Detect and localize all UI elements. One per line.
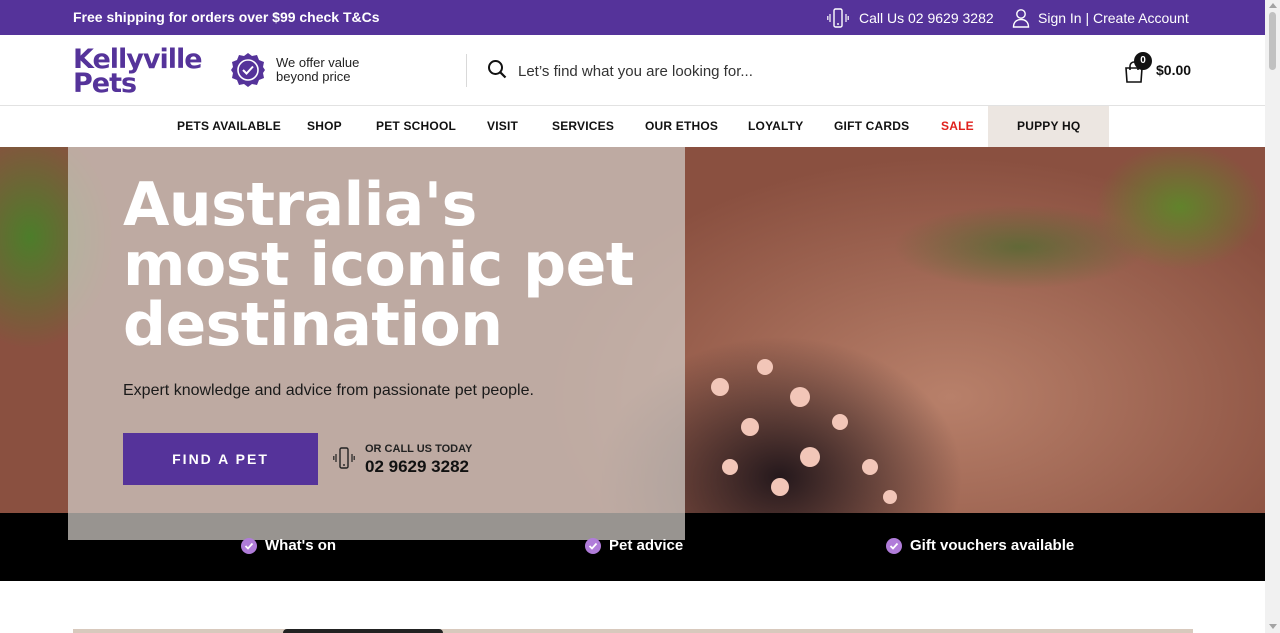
announcement-bar: Free shipping for orders over $99 check …: [0, 0, 1265, 35]
hero-call-text: OR CALL US TODAY 02 9629 3282: [365, 443, 472, 477]
check-circle-icon: [241, 537, 257, 554]
stingray-pattern: [711, 359, 897, 504]
feature-label: Gift vouchers available: [910, 537, 1075, 554]
call-us-label: Call Us 02 9629 3282: [859, 10, 994, 26]
site-header: Kellyville Pets We offer value beyond pr…: [0, 35, 1265, 106]
nav-visit[interactable]: VISIT: [487, 106, 518, 147]
features-strip: What's on Pet advice Gift vouchers avail…: [0, 513, 1265, 581]
page-scrollbar[interactable]: [1265, 0, 1280, 633]
main-navigation: PETS AVAILABLE SHOP PET SCHOOL VISIT SER…: [0, 106, 1265, 147]
search-bar[interactable]: [487, 59, 918, 84]
hero-subtitle: Expert knowledge and advice from passion…: [123, 382, 534, 399]
hero-banner: Australia's most iconic pet destination …: [0, 147, 1265, 513]
feature-label: What's on: [265, 537, 337, 554]
call-us-link[interactable]: Call Us 02 9629 3282: [827, 8, 994, 28]
cart-button[interactable]: 0 $0.00: [1124, 52, 1194, 83]
user-icon: [1012, 8, 1030, 28]
cart-count-badge: 0: [1134, 52, 1152, 70]
hero-phone-number[interactable]: 02 9629 3282: [365, 457, 472, 477]
logo-line-2: Pets: [73, 68, 137, 99]
scroll-down-arrow-icon[interactable]: [1269, 624, 1277, 629]
search-input[interactable]: [518, 63, 918, 80]
nav-services[interactable]: SERVICES: [552, 106, 614, 147]
find-a-pet-button[interactable]: FIND A PET: [123, 433, 318, 485]
sign-in-create-account: Sign In | Create Account: [1038, 10, 1189, 26]
check-badge-icon: [230, 52, 266, 88]
nav-gift-cards[interactable]: GIFT CARDS: [834, 106, 909, 147]
next-section-banner: [73, 629, 1193, 633]
feature-gift-vouchers[interactable]: Gift vouchers available: [886, 537, 1074, 554]
nav-shop[interactable]: SHOP: [307, 106, 342, 147]
kellyville-pets-logo[interactable]: Kellyville Pets: [73, 44, 208, 99]
scroll-up-arrow-icon[interactable]: [1269, 3, 1277, 8]
header-divider: [466, 54, 467, 87]
nav-pets-available[interactable]: PETS AVAILABLE: [177, 106, 281, 147]
feature-pet-advice[interactable]: Pet advice: [585, 537, 683, 554]
search-icon[interactable]: [487, 59, 507, 84]
feature-whats-on[interactable]: What's on: [241, 537, 336, 554]
value-promise-text: We offer value beyond price: [276, 55, 360, 84]
cart-total: $0.00: [1156, 62, 1192, 78]
value-promise: We offer value beyond price: [230, 52, 386, 88]
nav-puppy-hq[interactable]: PUPPY HQ: [988, 106, 1110, 147]
hero-title: Australia's most iconic pet destination: [123, 170, 634, 360]
check-circle-icon: [585, 537, 601, 554]
nav-sale[interactable]: SALE: [941, 106, 974, 147]
nav-pet-school[interactable]: PET SCHOOL: [376, 106, 456, 147]
nav-loyalty[interactable]: LOYALTY: [748, 106, 803, 147]
nav-our-ethos[interactable]: OUR ETHOS: [645, 106, 718, 147]
next-section-image: [283, 629, 443, 633]
mobile-phone-icon: [827, 8, 849, 28]
check-circle-icon: [886, 537, 902, 554]
hero-call-us[interactable]: OR CALL US TODAY 02 9629 3282: [333, 443, 472, 477]
mobile-phone-icon: [333, 446, 355, 475]
scrollbar-thumb[interactable]: [1269, 12, 1276, 70]
hero-text-panel-extension: [68, 513, 685, 540]
feature-label: Pet advice: [609, 537, 684, 554]
account-link[interactable]: Sign In | Create Account: [1012, 8, 1189, 28]
or-call-us-today-label: OR CALL US TODAY: [365, 443, 473, 455]
free-shipping-promo[interactable]: Free shipping for orders over $99 check …: [73, 9, 380, 25]
